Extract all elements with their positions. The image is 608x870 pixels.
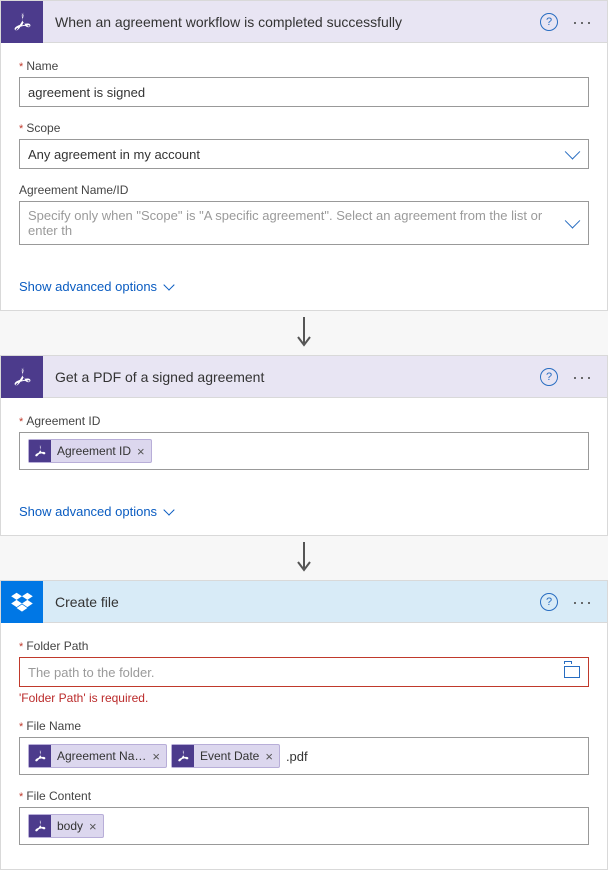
token-agreement-id[interactable]: Agreement ID × [28, 439, 152, 463]
action-pdf-body: Agreement ID Agreement ID × [1, 398, 607, 494]
file-content-input[interactable]: body × [19, 807, 589, 845]
folder-error-text: 'Folder Path' is required. [19, 691, 589, 705]
remove-token-icon[interactable]: × [152, 749, 160, 764]
action-pdf-title: Get a PDF of a signed agreement [43, 369, 540, 385]
folder-placeholder: The path to the folder. [28, 665, 154, 680]
adobe-icon [29, 440, 51, 462]
token-body[interactable]: body × [28, 814, 104, 838]
token-agreement-name[interactable]: Agreement Na… × [28, 744, 167, 768]
show-advanced-link[interactable]: Show advanced options [1, 494, 607, 535]
name-input[interactable]: agreement is signed [19, 77, 589, 107]
adobe-icon [29, 745, 51, 767]
agreement-id-input[interactable]: Agreement ID × [19, 432, 589, 470]
remove-token-icon[interactable]: × [89, 819, 97, 834]
scope-value: Any agreement in my account [28, 147, 200, 162]
agreement-placeholder: Specify only when "Scope" is "A specific… [28, 208, 560, 238]
help-icon[interactable]: ? [540, 593, 558, 611]
show-advanced-link[interactable]: Show advanced options [1, 269, 607, 310]
adobe-icon [172, 745, 194, 767]
scope-select[interactable]: Any agreement in my account [19, 139, 589, 169]
trigger-body: Name agreement is signed Scope Any agree… [1, 43, 607, 269]
folder-path-input[interactable]: The path to the folder. [19, 657, 589, 687]
flow-arrow-icon [0, 536, 608, 580]
agreement-select[interactable]: Specify only when "Scope" is "A specific… [19, 201, 589, 245]
file-content-label: File Content [19, 789, 589, 803]
trigger-card: When an agreement workflow is completed … [0, 0, 608, 311]
file-name-suffix: .pdf [286, 749, 308, 764]
action-pdf-header[interactable]: Get a PDF of a signed agreement ? ··· [1, 356, 607, 398]
adobe-icon [29, 815, 51, 837]
trigger-title: When an agreement workflow is completed … [43, 14, 540, 30]
agreement-id-label: Agreement ID [19, 414, 589, 428]
chevron-down-icon [163, 504, 174, 515]
remove-token-icon[interactable]: × [137, 444, 145, 459]
file-name-input[interactable]: Agreement Na… × Event Date × .pdf [19, 737, 589, 775]
createfile-title: Create file [43, 594, 540, 610]
token-event-date[interactable]: Event Date × [171, 744, 280, 768]
trigger-header[interactable]: When an agreement workflow is completed … [1, 1, 607, 43]
adobe-icon [1, 1, 43, 43]
createfile-header[interactable]: Create file ? ··· [1, 581, 607, 623]
action-card-createfile: Create file ? ··· Folder Path The path t… [0, 580, 608, 870]
dropbox-icon [1, 581, 43, 623]
name-label: Name [19, 59, 589, 73]
more-menu-icon[interactable]: ··· [566, 368, 599, 386]
agreement-label: Agreement Name/ID [19, 183, 589, 197]
adobe-icon [1, 356, 43, 398]
scope-label: Scope [19, 121, 589, 135]
name-value: agreement is signed [28, 85, 145, 100]
action-card-pdf: Get a PDF of a signed agreement ? ··· Ag… [0, 355, 608, 536]
help-icon[interactable]: ? [540, 13, 558, 31]
createfile-body: Folder Path The path to the folder. 'Fol… [1, 623, 607, 869]
help-icon[interactable]: ? [540, 368, 558, 386]
folder-path-label: Folder Path [19, 639, 589, 653]
chevron-down-icon [163, 279, 174, 290]
more-menu-icon[interactable]: ··· [566, 593, 599, 611]
remove-token-icon[interactable]: × [265, 749, 273, 764]
file-name-label: File Name [19, 719, 589, 733]
more-menu-icon[interactable]: ··· [566, 13, 599, 31]
flow-arrow-icon [0, 311, 608, 355]
